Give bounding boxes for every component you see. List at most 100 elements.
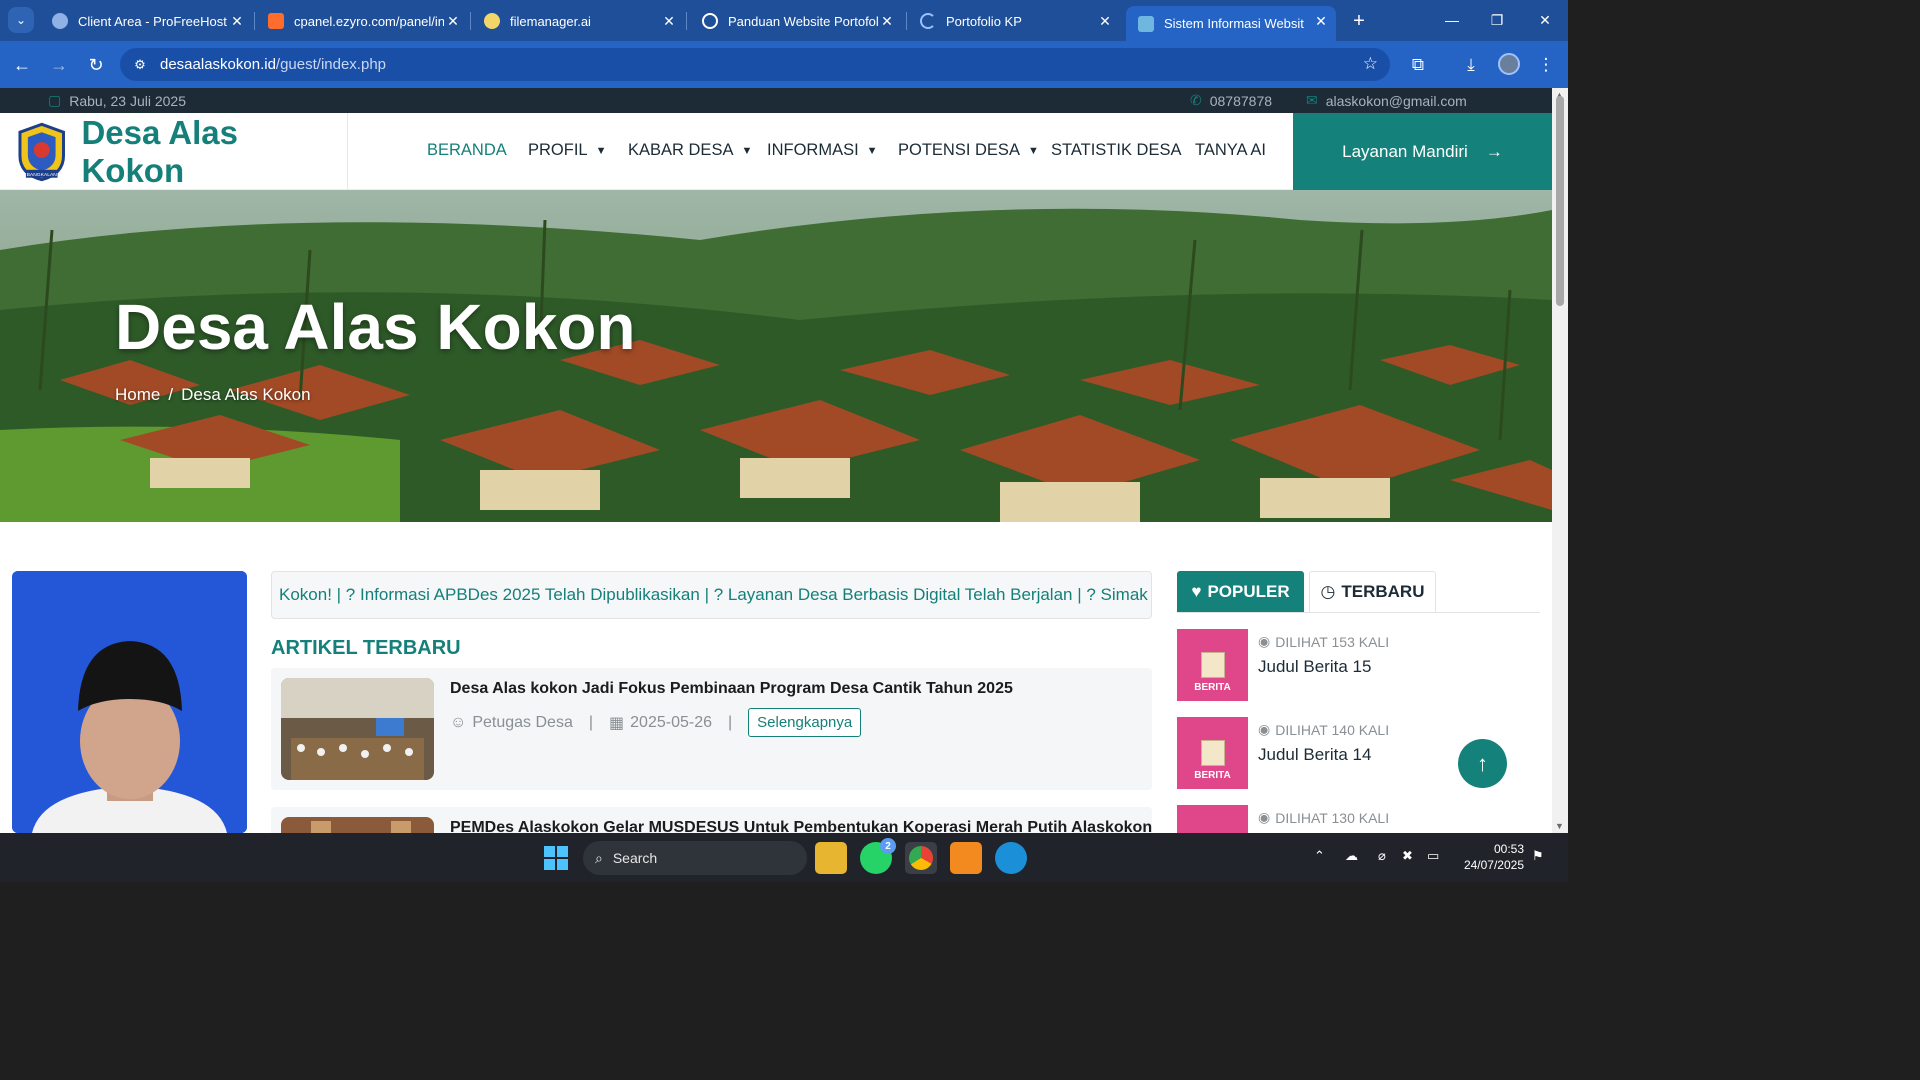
search-label: Search bbox=[612, 850, 658, 866]
site-info-icon[interactable]: ⚙ bbox=[126, 51, 154, 79]
tab-search-button[interactable]: ⌄ bbox=[8, 7, 34, 33]
layanan-mandiri-button[interactable]: Layanan Mandiri → bbox=[1293, 113, 1552, 190]
nav-statistik-desa[interactable]: STATISTIK DESA bbox=[1051, 141, 1182, 160]
news-thumbnail[interactable] bbox=[1177, 805, 1248, 833]
tab-portofolio[interactable]: Portofolio KP ✕ bbox=[908, 6, 1120, 36]
close-icon[interactable]: ✕ bbox=[444, 12, 462, 30]
popular-item[interactable]: BERITA ◉ DILIHAT 153 KALI Judul Berita 1… bbox=[1177, 629, 1537, 701]
close-icon[interactable]: ✕ bbox=[1096, 12, 1114, 30]
news-ticker[interactable]: Kokon! | ? Informasi APBDes 2025 Telah D… bbox=[271, 571, 1152, 619]
view-count: ◉ DILIHAT 140 KALI bbox=[1258, 721, 1389, 738]
meeting-photo bbox=[281, 817, 434, 833]
page-scrollbar[interactable]: ▲ ▼ bbox=[1552, 88, 1568, 833]
wifi-icon[interactable]: ⌀ bbox=[1378, 848, 1386, 864]
tab-populer[interactable]: ♥ POPULER bbox=[1177, 571, 1304, 612]
heart-icon: ♥ bbox=[1191, 581, 1202, 601]
restore-icon[interactable]: ❐ bbox=[1482, 8, 1512, 32]
nav-label: INFORMASI bbox=[767, 141, 859, 159]
url-path: /guest/index.php bbox=[275, 56, 387, 73]
whatsapp-icon[interactable]: 2 bbox=[860, 838, 896, 874]
scroll-to-top-button[interactable]: ↑ bbox=[1458, 739, 1507, 788]
news-thumbnail[interactable]: BERITA bbox=[1177, 629, 1248, 701]
edge-icon[interactable] bbox=[995, 842, 1027, 874]
forward-icon[interactable]: → bbox=[46, 52, 72, 78]
profile-avatar[interactable] bbox=[1498, 53, 1520, 75]
article-thumbnail[interactable] bbox=[281, 817, 434, 833]
minimize-icon[interactable]: ― bbox=[1437, 8, 1467, 32]
article-card[interactable]: PEMDes Alaskokon Gelar MUSDESUS Untuk Pe… bbox=[271, 807, 1152, 833]
main-navbar: BANGKALAN Desa Alas Kokon BERANDA PROFIL… bbox=[0, 113, 1552, 190]
chevron-down-icon: ▼ bbox=[595, 144, 607, 157]
brand[interactable]: BANGKALAN Desa Alas Kokon bbox=[0, 113, 348, 190]
menu-kebab-icon[interactable]: ⋮ bbox=[1534, 53, 1558, 77]
popular-title[interactable]: Judul Berita 15 bbox=[1258, 657, 1371, 677]
tab-panduan[interactable]: Panduan Website Portofolio ✕ bbox=[690, 6, 902, 36]
article-title[interactable]: PEMDes Alaskokon Gelar MUSDESUS Untuk Pe… bbox=[450, 819, 1152, 833]
address-bar[interactable]: ⚙ desaalaskokon.id/guest/index.php ☆ bbox=[120, 48, 1390, 81]
breadcrumb-home[interactable]: Home bbox=[115, 385, 160, 405]
extensions-icon[interactable]: ⧉ bbox=[1406, 53, 1430, 77]
cloud-icon[interactable]: ☁ bbox=[1345, 848, 1358, 864]
tab-cpanel[interactable]: cpanel.ezyro.com/panel/in ✕ bbox=[256, 6, 468, 36]
nav-informasi[interactable]: INFORMASI ▼ bbox=[767, 141, 878, 160]
article-thumbnail[interactable] bbox=[281, 678, 434, 780]
nav-beranda[interactable]: BERANDA bbox=[427, 141, 507, 160]
tab-divider bbox=[254, 12, 255, 30]
eye-icon: ◉ bbox=[1258, 721, 1271, 737]
xampp-icon[interactable] bbox=[950, 842, 982, 874]
nav-profil[interactable]: PROFIL ▼ bbox=[528, 141, 607, 160]
scroll-down-icon[interactable]: ▼ bbox=[1555, 821, 1564, 831]
tab-title: cpanel.ezyro.com/panel/in bbox=[294, 13, 444, 29]
reload-icon[interactable]: ↻ bbox=[83, 52, 109, 78]
article-meta: ☺ Petugas Desa | ▦ 2025-05-26 | Selengka… bbox=[450, 708, 862, 737]
system-clock[interactable]: 00:53 24/07/2025 bbox=[1460, 841, 1524, 873]
battery-icon[interactable]: ▭ bbox=[1427, 848, 1439, 864]
file-explorer-icon[interactable] bbox=[815, 842, 847, 874]
email-text: alaskokon@gmail.com bbox=[1325, 92, 1467, 109]
close-icon[interactable]: ✕ bbox=[660, 12, 678, 30]
tab-title: Sistem Informasi Website D bbox=[1164, 16, 1304, 31]
date-text: Rabu, 23 Juli 2025 bbox=[69, 92, 186, 109]
taskbar-search[interactable]: ⌕ Search bbox=[583, 841, 807, 875]
tab-divider bbox=[686, 12, 687, 30]
breadcrumb-separator: / bbox=[168, 385, 174, 404]
tab-filemanager[interactable]: filemanager.ai ✕ bbox=[472, 6, 684, 36]
speaker-muted-icon[interactable]: ✖ bbox=[1402, 848, 1413, 864]
windows-start-icon[interactable] bbox=[540, 842, 572, 874]
tab-sistem-informasi[interactable]: Sistem Informasi Website D ✕ bbox=[1126, 6, 1336, 41]
close-icon[interactable]: ✕ bbox=[1312, 12, 1330, 30]
close-icon[interactable]: ✕ bbox=[228, 12, 246, 30]
phone-text: 08787878 bbox=[1209, 92, 1273, 109]
clock-time: 00:53 bbox=[1493, 842, 1524, 856]
info-topbar: ▢ Rabu, 23 Juli 2025 ✆ 08787878 ✉ alasko… bbox=[0, 88, 1552, 113]
download-icon[interactable]: ⤓ bbox=[1459, 53, 1483, 77]
close-window-icon[interactable]: ✕ bbox=[1530, 8, 1560, 32]
news-thumbnail[interactable]: BERITA bbox=[1177, 717, 1248, 789]
nav-tanya-ai[interactable]: TANYA AI bbox=[1195, 141, 1266, 160]
article-title[interactable]: Desa Alas kokon Jadi Fokus Pembinaan Pro… bbox=[450, 680, 1013, 698]
popular-item[interactable]: ◉ DILIHAT 130 KALI bbox=[1177, 805, 1537, 833]
nav-label: POTENSI DESA bbox=[898, 141, 1020, 159]
back-icon[interactable]: ← bbox=[9, 52, 35, 78]
nav-kabar-desa[interactable]: KABAR DESA ▼ bbox=[628, 141, 752, 160]
tab-terbaru[interactable]: ◷ TERBARU bbox=[1309, 571, 1436, 612]
bookmark-star-icon[interactable]: ☆ bbox=[1363, 54, 1378, 74]
chevron-down-icon: ▼ bbox=[741, 144, 753, 157]
chrome-icon[interactable] bbox=[905, 842, 937, 874]
topbar-date: ▢ Rabu, 23 Juli 2025 bbox=[48, 92, 186, 109]
scrollbar-thumb[interactable] bbox=[1556, 96, 1564, 306]
windows-taskbar: ⌕ Search 2 ⌃ ☁ ⌀ ✖ ▭ 00:53 24/07/2025 ⚑ bbox=[0, 833, 1568, 882]
notification-bell-icon[interactable]: ⚑ bbox=[1532, 848, 1544, 864]
brand-name: Desa Alas Kokon bbox=[81, 113, 238, 189]
close-icon[interactable]: ✕ bbox=[878, 12, 896, 30]
nav-label: KABAR DESA bbox=[628, 141, 734, 159]
nav-potensi-desa[interactable]: POTENSI DESA ▼ bbox=[898, 141, 1039, 160]
read-more-button[interactable]: Selengkapnya bbox=[748, 708, 862, 737]
popular-title[interactable]: Judul Berita 14 bbox=[1258, 745, 1371, 765]
chevron-up-icon[interactable]: ⌃ bbox=[1314, 848, 1325, 864]
view-count: ◉ DILIHAT 153 KALI bbox=[1258, 633, 1389, 650]
article-card[interactable]: Desa Alas kokon Jadi Fokus Pembinaan Pro… bbox=[271, 668, 1152, 790]
tab-client-area[interactable]: Client Area - ProFreeHost ✕ bbox=[40, 6, 252, 36]
new-tab-button[interactable]: + bbox=[1348, 10, 1370, 32]
browser-toolbar: ← → ↻ ⚙ desaalaskokon.id/guest/index.php… bbox=[0, 41, 1568, 88]
